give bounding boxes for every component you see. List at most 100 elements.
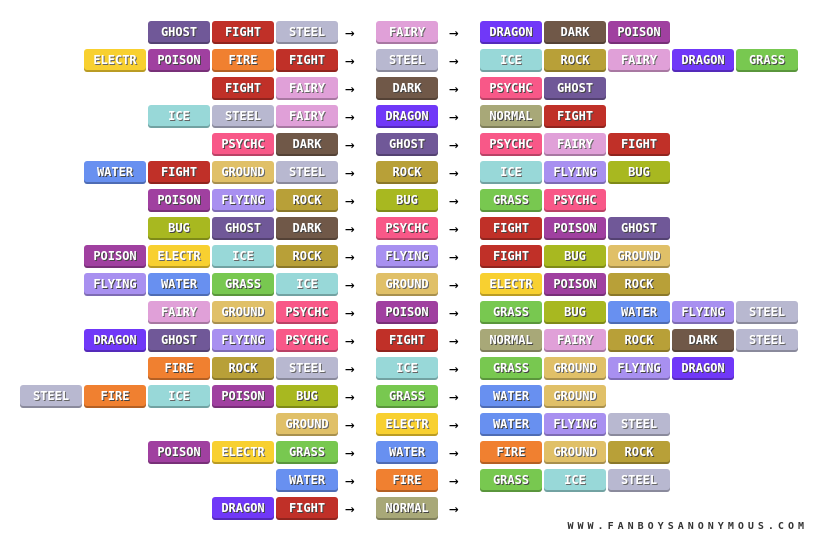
attacker-type-badge: ROCK xyxy=(276,245,338,268)
target-type-badge: DARK xyxy=(544,21,606,44)
attacker-type-badge: FIGHT xyxy=(276,497,338,520)
target-type-badge: FIGHT xyxy=(480,217,542,240)
type-row: POISON FLYING ROCK → BUG → GRASS PSYCHC xyxy=(0,189,820,215)
arrow-icon: → xyxy=(449,23,459,42)
central-type-badge: WATER xyxy=(376,441,438,464)
arrow-icon: → xyxy=(345,219,355,238)
arrow-icon: → xyxy=(449,191,459,210)
attacker-type-badge: ROCK xyxy=(276,189,338,212)
arrow-icon: → xyxy=(449,331,459,350)
target-type-badge: WATER xyxy=(608,301,670,324)
central-type-badge: NORMAL xyxy=(376,497,438,520)
arrow-icon: → xyxy=(449,387,459,406)
central-type-badge: DARK xyxy=(376,77,438,100)
arrow-icon: → xyxy=(449,499,459,518)
arrow-icon: → xyxy=(449,219,459,238)
attacker-type-badge: FIRE xyxy=(148,357,210,380)
target-type-badge: STEEL xyxy=(736,301,798,324)
target-type-badge: ICE xyxy=(480,161,542,184)
attacker-type-badge: FIGHT xyxy=(212,21,274,44)
type-row: WATER → FIRE → GRASS ICE STEEL xyxy=(0,469,820,495)
attacker-type-badge: FAIRY xyxy=(276,105,338,128)
target-type-badge: GROUND xyxy=(544,385,606,408)
attacker-type-badge: GHOST xyxy=(212,217,274,240)
target-type-badge: ROCK xyxy=(544,49,606,72)
attacker-type-badge: FIGHT xyxy=(276,49,338,72)
attacker-type-badge: FLYING xyxy=(84,273,146,296)
central-type-badge: ICE xyxy=(376,357,438,380)
arrow-icon: → xyxy=(345,387,355,406)
target-type-badge: PSYCHC xyxy=(480,77,542,100)
arrow-icon: → xyxy=(345,443,355,462)
target-type-badge: POISON xyxy=(544,273,606,296)
attacker-type-badge: FAIRY xyxy=(276,77,338,100)
type-row: DRAGON GHOST FLYING PSYCHC → FIGHT → NORMAL FAIR… xyxy=(0,329,820,355)
type-row: STEEL FIRE ICE POISON BUG → GRASS → WATER GROUND xyxy=(0,385,820,411)
central-type-badge: GRASS xyxy=(376,385,438,408)
target-type-badge: GHOST xyxy=(544,77,606,100)
target-type-badge: FIGHT xyxy=(480,245,542,268)
target-type-badge: ICE xyxy=(480,49,542,72)
target-type-badge: DRAGON xyxy=(672,49,734,72)
target-type-badge: GRASS xyxy=(480,357,542,380)
central-type-badge: DRAGON xyxy=(376,105,438,128)
attacker-type-badge: ELECTR xyxy=(212,441,274,464)
target-type-badge: FIGHT xyxy=(608,133,670,156)
attacker-type-badge: ICE xyxy=(212,245,274,268)
type-row: WATER FIGHT GROUND STEEL → ROCK → ICE FLYING BUG xyxy=(0,161,820,187)
attacker-type-badge: WATER xyxy=(84,161,146,184)
target-type-badge: FLYING xyxy=(544,161,606,184)
target-type-badge: ELECTR xyxy=(480,273,542,296)
target-type-badge: FIRE xyxy=(480,441,542,464)
target-type-badge: ROCK xyxy=(608,329,670,352)
attacker-type-badge: FLYING xyxy=(212,189,274,212)
target-type-badge: FIGHT xyxy=(544,105,606,128)
type-row: PSYCHC DARK → GHOST → PSYCHC FAIRY FIGHT xyxy=(0,133,820,159)
attacker-type-badge: FAIRY xyxy=(148,301,210,324)
attacker-type-badge: ELECTR xyxy=(84,49,146,72)
attacker-type-badge: FIGHT xyxy=(148,161,210,184)
attacker-type-badge: PSYCHC xyxy=(212,133,274,156)
arrow-icon: → xyxy=(449,415,459,434)
attacker-type-badge: POISON xyxy=(212,385,274,408)
attacker-type-badge: GHOST xyxy=(148,21,210,44)
attacker-type-badge: DARK xyxy=(276,133,338,156)
attacker-type-badge: FIRE xyxy=(212,49,274,72)
central-type-badge: FIGHT xyxy=(376,329,438,352)
target-type-badge: POISON xyxy=(608,21,670,44)
attacker-type-badge: WATER xyxy=(276,469,338,492)
target-type-badge: FLYING xyxy=(544,413,606,436)
type-row: DRAGON FIGHT → NORMAL → xyxy=(0,497,820,523)
type-row: FIGHT FAIRY → DARK → PSYCHC GHOST xyxy=(0,77,820,103)
target-type-badge: BUG xyxy=(608,161,670,184)
target-type-badge: WATER xyxy=(480,385,542,408)
arrow-icon: → xyxy=(345,51,355,70)
attacker-type-badge: BUG xyxy=(148,217,210,240)
arrow-icon: → xyxy=(345,79,355,98)
attacker-type-badge: POISON xyxy=(84,245,146,268)
attacker-type-badge: WATER xyxy=(148,273,210,296)
target-type-badge: FAIRY xyxy=(608,49,670,72)
target-type-badge: WATER xyxy=(480,413,542,436)
type-row: ELECTR POISON FIRE FIGHT → STEEL → ICE ROCK FAIRY… xyxy=(0,49,820,75)
attacker-type-badge: ICE xyxy=(276,273,338,296)
attacker-type-badge: POISON xyxy=(148,189,210,212)
attacker-type-badge: GRASS xyxy=(212,273,274,296)
attacker-type-badge: BUG xyxy=(276,385,338,408)
central-type-badge: FAIRY xyxy=(376,21,438,44)
attacker-type-badge: PSYCHC xyxy=(276,329,338,352)
arrow-icon: → xyxy=(345,275,355,294)
central-type-badge: STEEL xyxy=(376,49,438,72)
attacker-type-badge: DARK xyxy=(276,217,338,240)
arrow-icon: → xyxy=(449,303,459,322)
arrow-icon: → xyxy=(345,499,355,518)
attacker-type-badge: ICE xyxy=(148,385,210,408)
central-type-badge: ELECTR xyxy=(376,413,438,436)
central-type-badge: POISON xyxy=(376,301,438,324)
target-type-badge: ROCK xyxy=(608,441,670,464)
arrow-icon: → xyxy=(345,247,355,266)
central-type-badge: ROCK xyxy=(376,161,438,184)
arrow-icon: → xyxy=(345,303,355,322)
target-type-badge: PSYCHC xyxy=(480,133,542,156)
target-type-badge: GROUND xyxy=(544,441,606,464)
